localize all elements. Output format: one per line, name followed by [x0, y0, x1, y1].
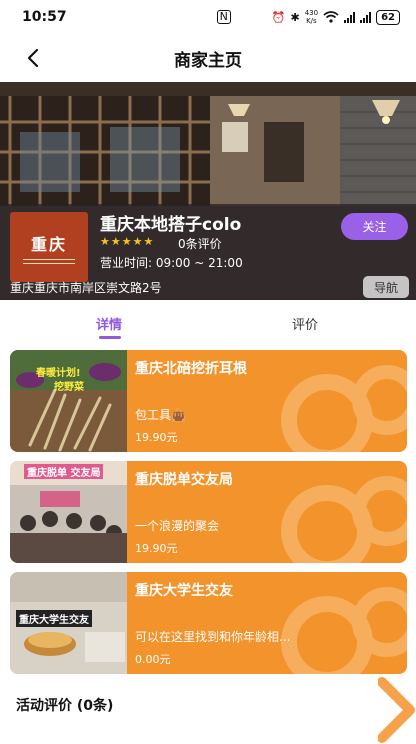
- status-bar: 10:57 N ⏰ ✱ 430 K/s 62: [0, 0, 416, 34]
- product-image-caption: 重庆大学生交友: [16, 610, 92, 627]
- battery-icon: 62: [376, 9, 400, 25]
- network-speed: 430 K/s: [305, 9, 318, 25]
- card-decoration-icon: [281, 365, 407, 452]
- store-address: 重庆重庆市南岸区崇文路2号: [10, 281, 162, 295]
- product-card[interactable]: 春暖计划! 挖野菜 重庆北碚挖折耳根 包工具👜 19.90元: [10, 350, 407, 452]
- tab-details[interactable]: 详情: [96, 314, 122, 333]
- product-card[interactable]: 重庆大学生交友 重庆大学生交友 可以在这里找到和你年龄相... 0.00元: [10, 572, 407, 674]
- reviews-section-title: 活动评价 (0条): [16, 698, 114, 714]
- product-image-caption: 春暖计划!: [36, 368, 81, 379]
- rating-stars: ★★★★★: [100, 235, 155, 248]
- product-title: 重庆北碚挖折耳根: [135, 361, 247, 377]
- product-card[interactable]: 重庆脱单 交友局 重庆脱单交友局 一个浪漫的聚会 19.90元: [10, 461, 407, 563]
- status-time: 10:57: [22, 9, 67, 25]
- bluetooth-icon: ✱: [290, 10, 300, 24]
- signal-icon-2: [360, 11, 372, 23]
- card-decoration-icon: [281, 587, 407, 674]
- wifi-icon: [323, 11, 339, 23]
- network-speed-unit: K/s: [306, 17, 317, 25]
- business-hours: 营业时间: 09:00 ~ 21:00: [100, 256, 243, 270]
- product-image-caption: 挖野菜: [54, 382, 84, 393]
- product-description: 可以在这里找到和你年龄相...: [135, 630, 291, 644]
- product-price: 19.90元: [135, 542, 178, 555]
- tab-bar: 详情 评价: [0, 300, 416, 344]
- alarm-icon: ⏰: [271, 10, 286, 24]
- product-title: 重庆大学生交友: [135, 583, 233, 599]
- page-title: 商家主页: [174, 50, 242, 71]
- store-name: 重庆本地搭子colo: [100, 215, 242, 235]
- tab-reviews[interactable]: 评价: [292, 314, 318, 333]
- network-speed-value: 430: [304, 9, 319, 17]
- store-logo-text: 重庆: [30, 234, 67, 254]
- product-price: 0.00元: [135, 653, 171, 666]
- product-image-caption: 重庆脱单 交友局: [24, 464, 104, 479]
- nfc-icon: N: [216, 10, 231, 24]
- signal-icon: [344, 11, 356, 23]
- product-price: 19.90元: [135, 431, 178, 444]
- navigate-button[interactable]: 导航: [363, 276, 409, 298]
- card-decoration-icon: [281, 476, 407, 563]
- review-count: 0条评价: [178, 237, 222, 251]
- back-icon[interactable]: [22, 46, 46, 70]
- product-title: 重庆脱单交友局: [135, 472, 233, 488]
- product-description: 一个浪漫的聚会: [135, 519, 220, 533]
- nav-bar: 商家主页: [0, 34, 416, 82]
- status-indicators: ⏰ ✱ 430 K/s 62: [272, 9, 400, 25]
- logo-skyline-icon: [23, 258, 75, 264]
- store-logo: 重庆: [10, 212, 88, 282]
- active-tab-indicator: [99, 336, 121, 339]
- product-description: 包工具👜: [135, 408, 186, 422]
- store-hero: 重庆 重庆本地搭子colo ★★★★★ 0条评价 营业时间: 09:00 ~ 2…: [0, 82, 416, 300]
- chevron-right-icon: [378, 677, 415, 743]
- follow-button[interactable]: 关注: [341, 213, 408, 240]
